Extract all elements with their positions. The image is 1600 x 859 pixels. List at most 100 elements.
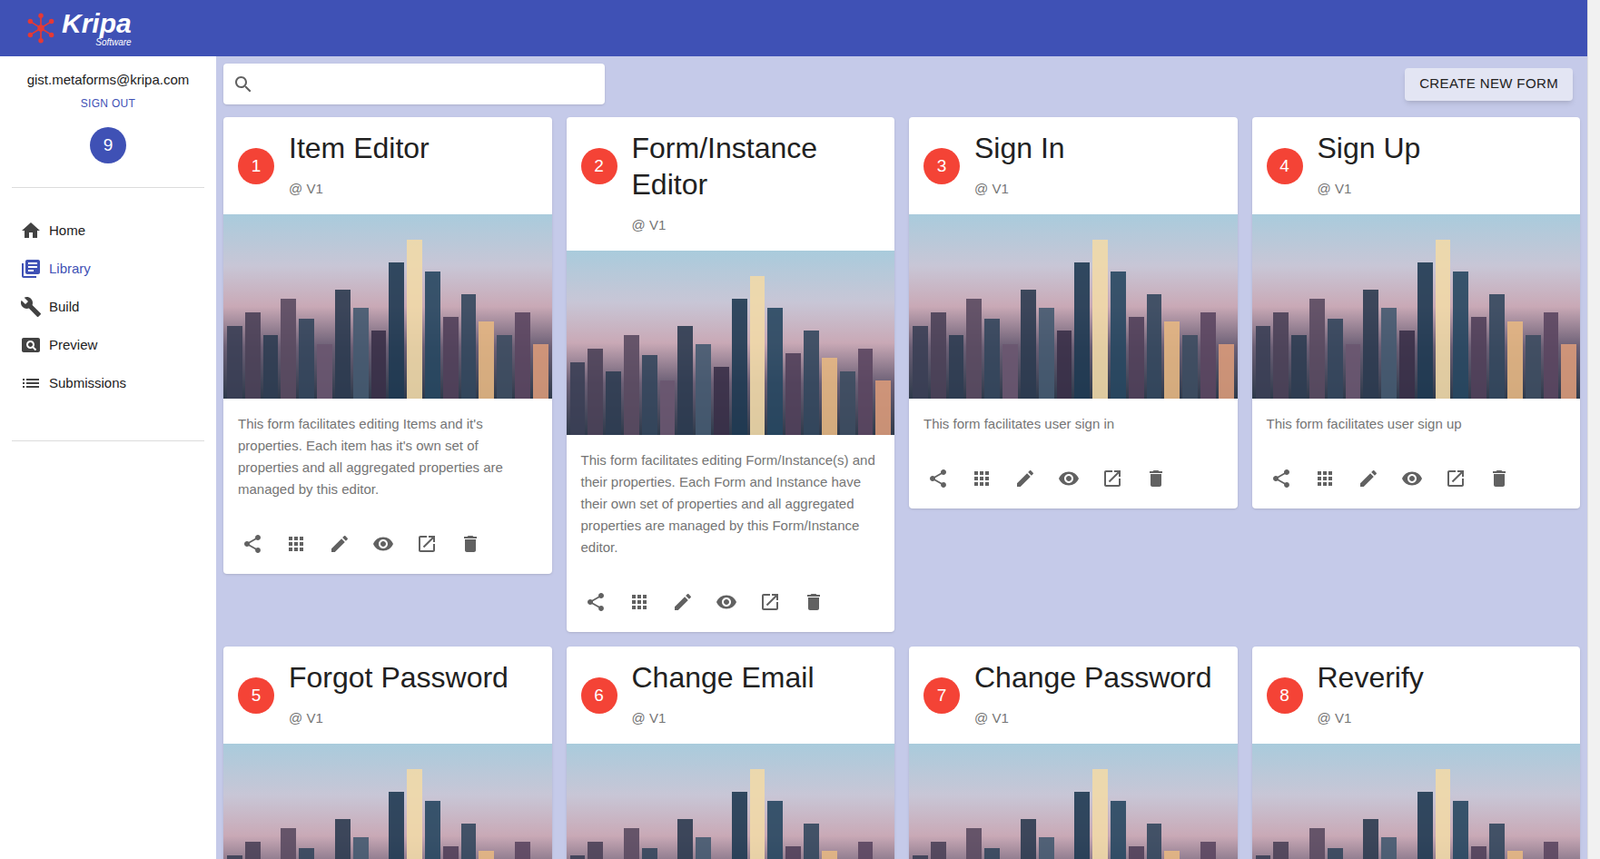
preview-button[interactable] (1046, 456, 1091, 501)
building-shape (1381, 307, 1397, 399)
card-image-skyline (908, 262, 1238, 399)
building-shape (912, 325, 929, 399)
building-shape (1417, 791, 1433, 859)
building-shape (1218, 344, 1235, 399)
share-button[interactable] (230, 522, 275, 566)
grid-view-button[interactable] (959, 456, 1004, 501)
grid-icon (285, 533, 307, 555)
user-badge: 9 (89, 127, 127, 164)
create-new-form-button[interactable]: CREATE NEW FORM (1404, 68, 1573, 101)
form-card[interactable]: 7Change Password@ V1 (908, 646, 1238, 859)
share-button[interactable] (573, 580, 618, 624)
building-shape (1146, 823, 1163, 859)
building-shape (443, 846, 459, 859)
building-shape (912, 855, 929, 859)
building-shape (406, 769, 423, 859)
logo[interactable]: KripaSoftware (23, 9, 132, 48)
building-shape (298, 848, 315, 859)
building-shape (1273, 841, 1289, 859)
form-card[interactable]: 5Forgot Password@ V1 (223, 646, 553, 859)
sign-out-link[interactable]: SIGN OUT (0, 96, 217, 111)
card-number: 3 (923, 148, 960, 185)
delete-button[interactable] (791, 580, 836, 624)
card-title: Forgot Password (288, 659, 542, 696)
form-card[interactable]: 3Sign In@ V1This form facilitates user s… (908, 117, 1238, 509)
building-shape (839, 371, 856, 435)
form-card[interactable]: 6Change Email@ V1 (566, 646, 896, 859)
building-shape (858, 348, 874, 435)
edit-button[interactable] (1346, 456, 1391, 501)
building-shape (1471, 316, 1487, 399)
building-shape (785, 846, 801, 859)
app-window: KripaSoftware gist.metaforms@kripa.comSI… (0, 0, 1600, 859)
form-card[interactable]: 8Reverify@ V1 (1252, 646, 1581, 859)
building-shape (1255, 325, 1272, 399)
form-card[interactable]: 1Item Editor@ V1This form facilitates ed… (223, 117, 553, 574)
grid-view-button[interactable] (617, 580, 662, 624)
building-shape (1110, 271, 1126, 399)
trash-icon (1488, 467, 1511, 490)
building-shape (1038, 837, 1055, 859)
building-shape (1056, 330, 1073, 399)
sidebar-item[interactable]: Submissions (0, 364, 217, 403)
share-button[interactable] (916, 456, 960, 501)
card-actions (1252, 434, 1581, 509)
sidebar-item[interactable]: Home (0, 211, 217, 250)
form-card[interactable]: 4Sign Up@ V1This form facilitates user s… (1252, 117, 1581, 509)
building-shape (1471, 846, 1487, 859)
edit-button[interactable] (1003, 456, 1047, 501)
edit-button[interactable] (317, 522, 362, 566)
building-shape (227, 855, 243, 859)
open-in-new-icon (415, 533, 438, 555)
building-shape (245, 312, 261, 399)
card-header: 8Reverify@ V1 (1252, 646, 1581, 744)
card-header: 7Change Password@ V1 (908, 646, 1238, 744)
grid-icon (628, 591, 651, 613)
building-shape (1020, 289, 1037, 399)
delete-button[interactable] (1477, 456, 1521, 501)
open-button[interactable] (1433, 456, 1478, 501)
card-description: This form facilitates user sign in (908, 398, 1238, 435)
avatar-wrap: 9 (0, 127, 217, 164)
open-button[interactable] (748, 580, 792, 624)
building-shape (984, 848, 1000, 859)
pencil-icon (1014, 467, 1037, 490)
card-version: @ V1 (632, 710, 885, 727)
grid-view-button[interactable] (1303, 456, 1347, 501)
preview-button[interactable] (1390, 456, 1434, 501)
logo-subtitle: Software (95, 37, 131, 48)
form-card[interactable]: 2Form/Instance Editor@ V1This form facil… (566, 117, 896, 633)
building-shape (1110, 800, 1126, 859)
share-button[interactable] (1259, 456, 1304, 501)
card-title-block: Reverify@ V1 (1317, 659, 1571, 727)
sidebar-label: Build (49, 297, 80, 317)
sidebar-item[interactable]: Library (0, 249, 217, 288)
building-shape (316, 344, 333, 399)
open-button[interactable] (1090, 456, 1135, 501)
sidebar-divider (11, 187, 205, 188)
search-input[interactable] (261, 73, 598, 95)
edit-button[interactable] (661, 580, 705, 624)
building-shape (966, 298, 982, 399)
building-shape (1146, 294, 1163, 399)
building-shape (1092, 769, 1108, 859)
building-shape (1435, 769, 1452, 859)
building-shape (335, 289, 351, 399)
sidebar-item[interactable]: Preview (0, 325, 217, 365)
grid-icon (970, 467, 993, 490)
preview-button[interactable] (704, 580, 749, 624)
grid-view-button[interactable] (274, 522, 318, 566)
building-shape (1164, 850, 1180, 859)
card-description: This form facilitates editing Items and … (223, 398, 553, 501)
trash-icon (1145, 467, 1167, 490)
building-shape (1362, 819, 1379, 859)
delete-button[interactable] (1134, 456, 1178, 501)
sidebar-item[interactable]: Build (0, 287, 217, 326)
scrollbar[interactable] (1587, 0, 1600, 859)
card-title-block: Form/Instance Editor@ V1 (632, 129, 885, 234)
card-description: This form facilitates user sign up (1252, 398, 1581, 435)
card-version: @ V1 (288, 710, 542, 727)
delete-button[interactable] (448, 522, 493, 566)
open-button[interactable] (404, 522, 449, 566)
preview-button[interactable] (361, 522, 405, 566)
